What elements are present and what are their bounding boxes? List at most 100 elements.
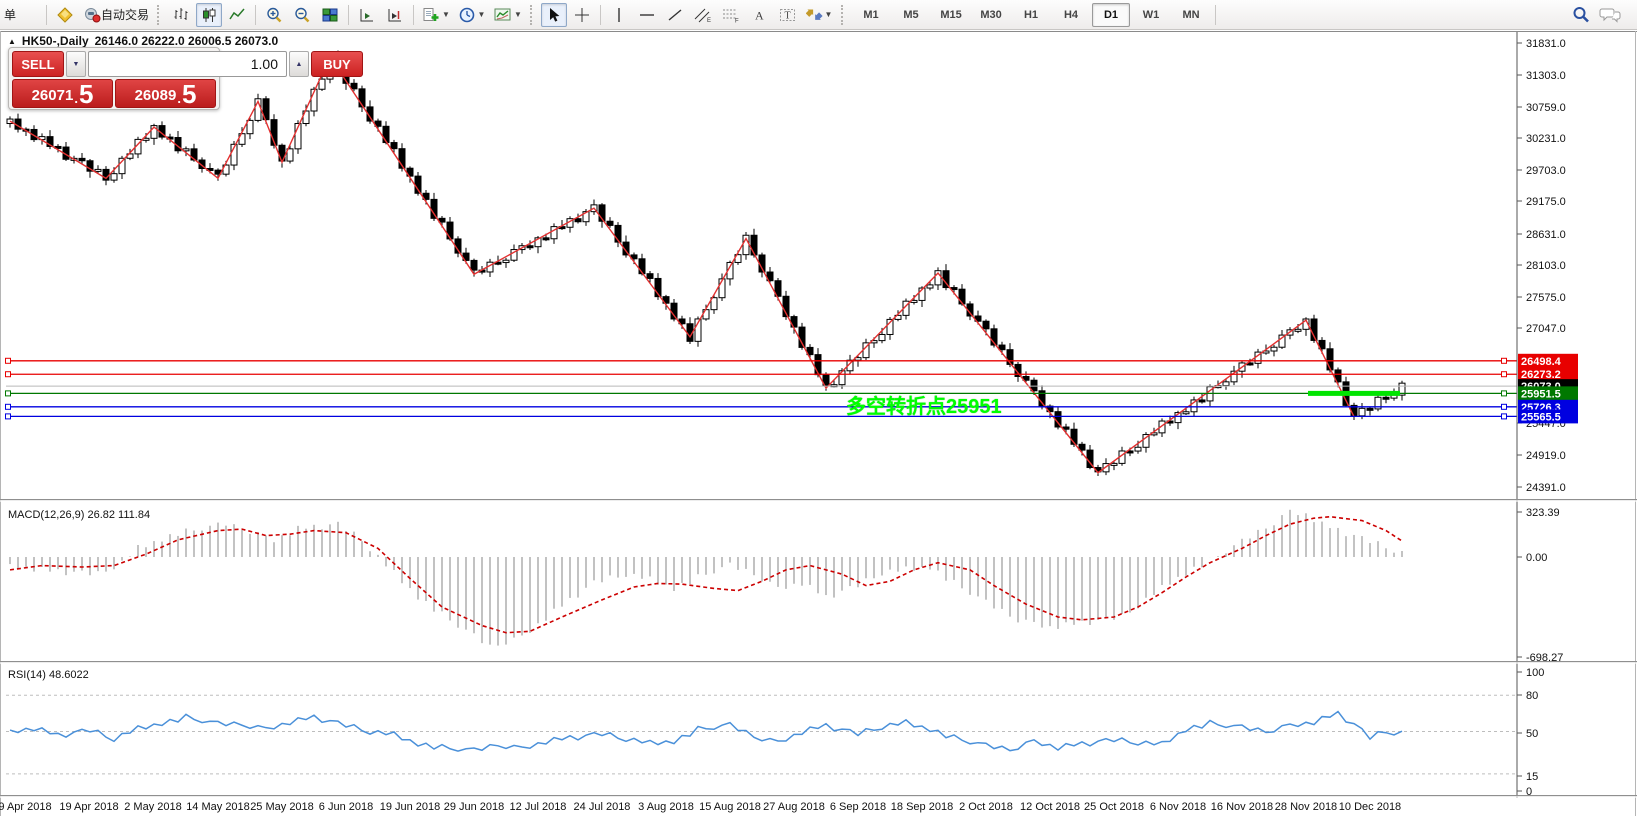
zoom-in-button[interactable] bbox=[261, 3, 287, 27]
search-icon bbox=[1572, 6, 1590, 24]
timeframe-button-w1[interactable]: W1 bbox=[1132, 3, 1170, 27]
period-clock-button[interactable]: ▼ bbox=[455, 3, 489, 27]
line-handle[interactable] bbox=[1502, 414, 1507, 419]
line-handle[interactable] bbox=[1502, 358, 1507, 363]
channel-tool-button[interactable]: E bbox=[690, 3, 716, 27]
crosshair-tool-button[interactable] bbox=[569, 3, 595, 27]
price-tick-label: 30231.0 bbox=[1526, 133, 1566, 145]
timeframe-button-m1[interactable]: M1 bbox=[852, 3, 890, 27]
rsi-tick-label: 50 bbox=[1526, 728, 1538, 740]
line-chart-button[interactable] bbox=[224, 3, 250, 27]
horizontal-line-tool-button[interactable] bbox=[634, 3, 660, 27]
pane-separator[interactable] bbox=[0, 499, 1637, 500]
date-axis: 9 Apr 201819 Apr 20182 May 201814 May 20… bbox=[0, 801, 1401, 813]
new-order-button[interactable]: ▼ bbox=[419, 3, 453, 27]
line-handle[interactable] bbox=[1502, 391, 1507, 396]
line-handle[interactable] bbox=[6, 391, 11, 396]
trendline-tool-button[interactable] bbox=[662, 3, 688, 27]
tile-windows-button[interactable] bbox=[317, 3, 343, 27]
bar-chart-button[interactable] bbox=[168, 3, 194, 27]
pane-separator[interactable] bbox=[0, 795, 1637, 796]
thick-green-trend-segment[interactable] bbox=[1308, 391, 1400, 396]
tile-windows-icon bbox=[322, 7, 338, 23]
line-handle[interactable] bbox=[1502, 404, 1507, 409]
chart-canvas[interactable]: 31831.031303.030759.030231.029703.029175… bbox=[0, 0, 1637, 816]
separator bbox=[255, 5, 256, 25]
cursor-arrow-icon bbox=[547, 7, 561, 23]
zoom-out-button[interactable] bbox=[289, 3, 315, 27]
arrows-tool-button[interactable]: ▼ bbox=[802, 3, 836, 27]
text-tool-button[interactable]: A bbox=[746, 3, 772, 27]
chart-shift-icon bbox=[387, 7, 403, 23]
collapse-triangle-icon[interactable]: ▲ bbox=[8, 37, 16, 46]
auto-trading-button[interactable]: 自动交易 bbox=[80, 3, 152, 27]
timeframe-button-m5[interactable]: M5 bbox=[892, 3, 930, 27]
pane-separator[interactable] bbox=[0, 661, 1637, 662]
pane-separator-highlight bbox=[0, 662, 1637, 663]
text-label-tool-button[interactable]: T bbox=[774, 3, 800, 27]
timeframe-button-m15[interactable]: M15 bbox=[932, 3, 970, 27]
buy-button[interactable]: BUY bbox=[311, 51, 363, 77]
macd-tick-label: 323.39 bbox=[1526, 507, 1560, 519]
toolbar-grip bbox=[157, 5, 163, 25]
line-handle[interactable] bbox=[6, 372, 11, 377]
line-handle[interactable] bbox=[6, 358, 11, 363]
date-tick-label: 6 Sep 2018 bbox=[830, 801, 886, 813]
chart-shift-button[interactable] bbox=[382, 3, 408, 27]
chart-plot-area[interactable] bbox=[0, 31, 1637, 816]
clock-icon bbox=[459, 7, 476, 23]
auto-scroll-icon bbox=[359, 7, 375, 23]
alerts-button[interactable] bbox=[52, 3, 78, 27]
date-tick-label: 27 Aug 2018 bbox=[763, 801, 825, 813]
indicators-button[interactable]: ▼ bbox=[491, 3, 525, 27]
dropdown-caret: ▼ bbox=[478, 10, 486, 19]
new-order-icon bbox=[422, 7, 440, 23]
sell-price-fraction: 5 bbox=[79, 82, 93, 106]
rsi-tick-label: 80 bbox=[1526, 690, 1538, 702]
fibonacci-icon: F bbox=[722, 7, 740, 23]
auto-scroll-button[interactable] bbox=[354, 3, 380, 27]
timeframe-button-h4[interactable]: H4 bbox=[1052, 3, 1090, 27]
search-button[interactable] bbox=[1568, 3, 1594, 27]
timeframe-button-d1[interactable]: D1 bbox=[1092, 3, 1130, 27]
svg-text:T: T bbox=[784, 10, 790, 21]
sell-price-button[interactable]: 26071 . 5 bbox=[12, 79, 113, 108]
line-handle[interactable] bbox=[1502, 372, 1507, 377]
auto-trading-robot-icon bbox=[83, 7, 101, 23]
auto-trading-label: 自动交易 bbox=[101, 6, 149, 23]
toolbar-grip bbox=[841, 5, 847, 25]
cursor-tool-button[interactable] bbox=[541, 3, 567, 27]
one-click-trading-panel: SELL ▼ ▲ BUY 26071 . 5 26089 . 5 bbox=[8, 47, 220, 110]
volume-increase-button[interactable]: ▲ bbox=[289, 51, 309, 77]
line-handle[interactable] bbox=[6, 404, 11, 409]
buy-price-button[interactable]: 26089 . 5 bbox=[115, 79, 216, 108]
comments-button[interactable] bbox=[1596, 3, 1624, 27]
timeframe-button-h1[interactable]: H1 bbox=[1012, 3, 1050, 27]
price-tick-label: 30759.0 bbox=[1526, 102, 1566, 114]
volume-decrease-button[interactable]: ▼ bbox=[66, 51, 86, 77]
rsi-tick-label: 100 bbox=[1526, 667, 1544, 679]
date-tick-label: 16 Nov 2018 bbox=[1211, 801, 1273, 813]
buy-price-main: 26089 bbox=[135, 86, 177, 106]
svg-text:E: E bbox=[707, 18, 711, 23]
vertical-line-tool-button[interactable] bbox=[606, 3, 632, 27]
fibonacci-tool-button[interactable]: F bbox=[718, 3, 744, 27]
equidistant-channel-icon: E bbox=[694, 7, 712, 23]
date-tick-label: 18 Sep 2018 bbox=[891, 801, 953, 813]
svg-text:A: A bbox=[755, 8, 764, 22]
new-order-text-button[interactable]: 订单 bbox=[3, 3, 41, 27]
toolbar: 订单 自动交易 bbox=[0, 0, 1637, 30]
buy-price-dot: . bbox=[177, 91, 181, 106]
trade-panel-top-row: SELL ▼ ▲ BUY bbox=[12, 51, 216, 77]
line-handle[interactable] bbox=[6, 414, 11, 419]
svg-text:F: F bbox=[735, 18, 739, 23]
candlestick-chart-button[interactable] bbox=[196, 3, 222, 27]
arrow-shapes-icon bbox=[806, 7, 823, 23]
sell-button[interactable]: SELL bbox=[12, 51, 64, 77]
volume-input[interactable] bbox=[88, 51, 287, 77]
timeframe-button-mn[interactable]: MN bbox=[1172, 3, 1210, 27]
price-tick-label: 31303.0 bbox=[1526, 70, 1566, 82]
level-price-axis-label: 26498.4 bbox=[1521, 356, 1562, 368]
timeframe-button-m30[interactable]: M30 bbox=[972, 3, 1010, 27]
zoom-in-icon bbox=[266, 7, 283, 23]
